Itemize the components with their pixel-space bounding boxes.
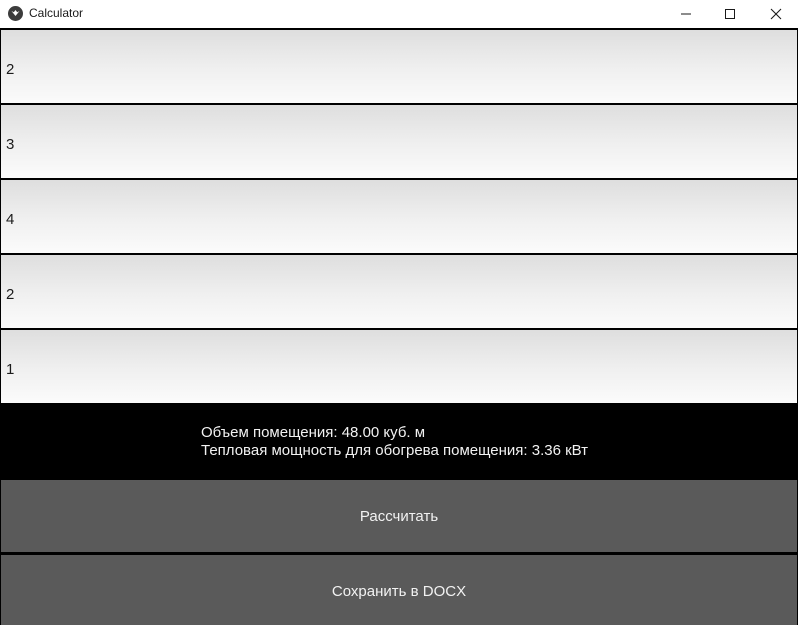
minimize-button[interactable] bbox=[663, 0, 709, 28]
title-bar: Calculator bbox=[0, 0, 798, 28]
calculate-button[interactable]: Рассчитать bbox=[1, 480, 797, 552]
maximize-icon bbox=[725, 9, 735, 19]
close-icon bbox=[770, 8, 782, 20]
minimize-icon bbox=[681, 13, 691, 15]
parameter-input-5[interactable] bbox=[1, 330, 797, 403]
width-input[interactable] bbox=[1, 105, 797, 178]
parameter-input-4[interactable] bbox=[1, 255, 797, 328]
calculator-window: Calculator Объем помещения: 48.00 куб. м… bbox=[0, 0, 798, 625]
height-input[interactable] bbox=[1, 180, 797, 253]
window-title: Calculator bbox=[29, 6, 84, 20]
app-logo-icon bbox=[8, 6, 23, 21]
close-button[interactable] bbox=[753, 0, 798, 28]
heating-power-result-text: Тепловая мощность для обогрева помещения… bbox=[201, 442, 589, 459]
length-input[interactable] bbox=[1, 30, 797, 103]
maximize-button[interactable] bbox=[707, 0, 753, 28]
calculate-button-label: Рассчитать bbox=[359, 507, 439, 525]
volume-result-text: Объем помещения: 48.00 куб. м bbox=[201, 424, 426, 441]
result-label: Объем помещения: 48.00 куб. м Тепловая м… bbox=[0, 404, 798, 478]
save-docx-button-label: Сохранить в DOCX bbox=[331, 582, 467, 600]
save-docx-button[interactable]: Сохранить в DOCX bbox=[1, 555, 797, 625]
